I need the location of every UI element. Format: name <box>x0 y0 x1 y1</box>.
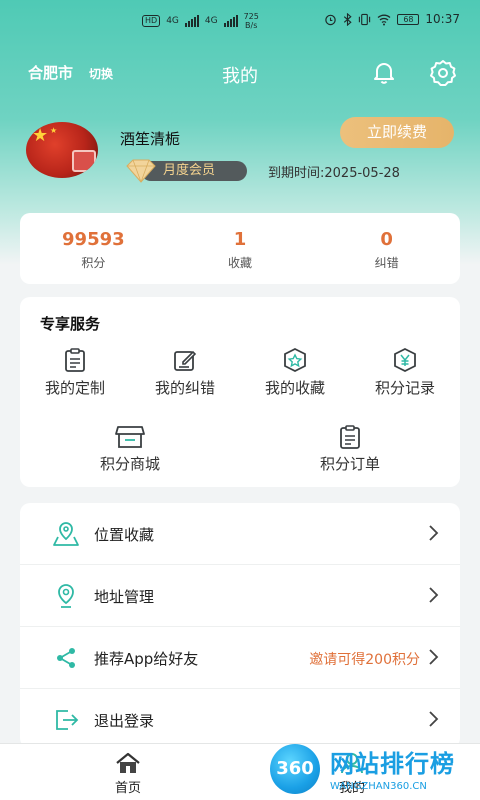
avatar-flag-small-star: ★ <box>50 126 58 135</box>
menu-label: 位置收藏 <box>94 526 155 544</box>
home-icon <box>116 752 140 773</box>
menu-label: 退出登录 <box>94 712 155 730</box>
location-pin-icon <box>58 584 74 608</box>
service-label: 积分记录 <box>374 379 435 397</box>
edit-icon <box>174 350 197 371</box>
stat-corrections[interactable]: 0 纠错 <box>313 213 460 284</box>
stats-card: 99593 积分 1 收藏 0 纠错 <box>20 213 460 284</box>
menu-item-address-management[interactable]: 地址管理 <box>20 565 460 627</box>
stat-value: 99593 <box>62 229 125 250</box>
stat-value: 0 <box>380 229 393 250</box>
signal-label-1: 4G <box>166 16 179 26</box>
tab-home[interactable]: 首页 <box>78 752 178 796</box>
vibrate-icon <box>359 13 371 25</box>
stat-label: 积分 <box>81 256 106 270</box>
service-my-favorites[interactable]: 我的收藏 <box>240 347 350 398</box>
service-points-mall[interactable]: 积分商城 <box>75 425 185 474</box>
renew-button[interactable]: 立即续费 <box>340 117 454 148</box>
status-bar: HD 4G 4G 725 B/s 68 10:37 <box>0 0 480 40</box>
service-label: 我的收藏 <box>264 379 325 397</box>
chevron-right-icon <box>429 711 439 727</box>
status-bar-network: HD 4G 4G 725 B/s <box>142 12 259 30</box>
store-icon <box>115 426 145 448</box>
avatar[interactable]: ★ ★ <box>26 122 98 178</box>
clock: 10:37 <box>425 12 460 26</box>
menu-label: 推荐App给好友 <box>94 650 199 668</box>
service-my-custom[interactable]: 我的定制 <box>20 347 130 398</box>
chevron-right-icon <box>429 587 439 603</box>
location-map-icon <box>53 522 79 546</box>
signal-bars-icon <box>223 15 238 27</box>
chevron-right-icon <box>429 649 439 665</box>
logout-icon <box>56 710 79 730</box>
hd-indicator: HD <box>142 15 161 27</box>
service-label: 积分商城 <box>99 455 160 473</box>
menu-item-location-favorites[interactable]: 位置收藏 <box>20 503 460 565</box>
star-badge-icon <box>284 347 306 373</box>
service-points-orders[interactable]: 积分订单 <box>295 425 405 474</box>
service-my-corrections[interactable]: 我的纠错 <box>130 347 240 398</box>
speed-value: 725 <box>243 12 259 21</box>
service-points-record[interactable]: 积分记录 <box>350 347 460 398</box>
share-icon <box>57 648 75 668</box>
stat-value: 1 <box>233 229 247 250</box>
page-title: 我的 <box>222 66 258 87</box>
status-bar-right: 68 10:37 <box>324 12 460 26</box>
member-badge: 月度会员 <box>123 159 247 183</box>
watermark: 360 网站排行榜 WANGZHAN360.CN <box>266 738 480 800</box>
wifi-icon <box>377 14 391 25</box>
menu-card: 位置收藏 地址管理 推荐App给好友 邀请可得200积分 退出登录 <box>20 503 460 748</box>
diamond-icon <box>126 159 156 183</box>
bell-icon[interactable] <box>370 58 398 86</box>
watermark-subtitle: WANGZHAN360.CN <box>330 781 427 792</box>
service-label: 积分订单 <box>319 455 380 473</box>
menu-label: 地址管理 <box>94 588 155 606</box>
avatar-photo <box>72 150 96 172</box>
menu-extra: 邀请可得200积分 <box>309 652 420 668</box>
order-clipboard-icon <box>340 425 360 449</box>
stat-label: 收藏 <box>228 256 253 270</box>
speed-unit: B/s <box>245 21 258 30</box>
bluetooth-icon <box>344 12 353 26</box>
expire-date: 到期时间:2025-05-28 <box>268 166 400 181</box>
services-card: 专享服务 我的定制 我的纠错 我的收藏 积分记录 积分商城 积分订单 <box>20 297 460 487</box>
stat-favorites[interactable]: 1 收藏 <box>167 213 314 284</box>
tab-label: 首页 <box>114 781 141 796</box>
network-speed: 725 B/s <box>244 12 259 30</box>
top-bar: 合肥市 切换 我的 <box>0 52 480 92</box>
signal-bars-icon <box>184 15 199 27</box>
services-title: 专享服务 <box>40 315 101 333</box>
avatar-flag-star: ★ <box>32 125 49 146</box>
username: 酒笙清栀 <box>120 130 181 148</box>
chevron-right-icon <box>429 525 439 541</box>
clipboard-icon <box>65 348 85 372</box>
watermark-badge: 360 <box>270 744 320 794</box>
service-label: 我的定制 <box>44 379 105 397</box>
signal-label-2: 4G <box>204 16 218 26</box>
alarm-icon <box>325 14 337 25</box>
service-label: 我的纠错 <box>154 379 215 397</box>
stat-points[interactable]: 99593 积分 <box>20 213 167 284</box>
menu-item-recommend-app[interactable]: 推荐App给好友 邀请可得200积分 <box>20 627 460 689</box>
gear-icon[interactable] <box>428 58 458 88</box>
yen-badge-icon <box>394 347 416 373</box>
watermark-title: 网站排行榜 <box>330 750 455 778</box>
battery-icon: 68 <box>397 13 420 25</box>
stat-label: 纠错 <box>374 256 399 270</box>
